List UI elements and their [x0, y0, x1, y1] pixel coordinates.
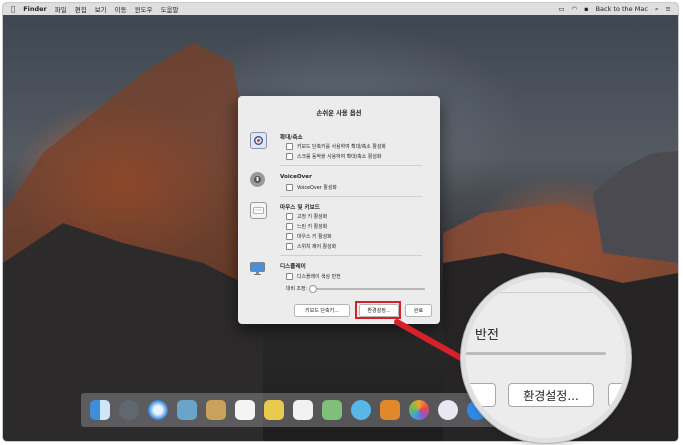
- user-name[interactable]: Back to the Mac: [596, 5, 648, 13]
- section-title-voiceover: VoiceOver: [280, 174, 312, 180]
- menu-bar:  Finder 파일 편집 보기 이동 윈도우 도움말 ▭ ◠ ▪ Back …: [3, 3, 678, 15]
- checkbox[interactable]: [286, 153, 293, 160]
- books-dock-icon[interactable]: [379, 400, 400, 420]
- apple-menu-icon[interactable]: : [11, 5, 15, 13]
- contrast-slider-knob[interactable]: [309, 285, 317, 293]
- contrast-slider[interactable]: [309, 285, 425, 293]
- keyboard-shortcuts-button[interactable]: 키보드 단축키...: [294, 304, 350, 317]
- option-slow-keys[interactable]: 느린 키 활성화: [286, 223, 327, 230]
- notes-dock-icon[interactable]: [205, 400, 226, 420]
- checkbox[interactable]: [286, 213, 293, 220]
- zoom-divider: [466, 292, 626, 293]
- maps-dock-icon[interactable]: [321, 400, 342, 420]
- flag-icon[interactable]: ▪: [584, 5, 588, 13]
- checkbox[interactable]: [286, 184, 293, 191]
- zoom-done-button-partial: [608, 383, 626, 407]
- done-button[interactable]: 완료: [405, 304, 432, 317]
- music-dock-icon[interactable]: [437, 400, 458, 420]
- option-label: 키보드 단축키를 사용하여 확대/축소 활성화: [297, 144, 386, 150]
- notification-center-icon[interactable]: ≡: [666, 5, 671, 13]
- dock: [81, 393, 525, 427]
- accessibility-options-dialog: 손쉬운 사용 옵션 확대/축소 키보드 단축키를 사용하여 확대/축소 활성화 …: [238, 96, 440, 324]
- voiceover-icon: [250, 172, 265, 187]
- option-invert-colors[interactable]: 디스플레이 색상 반전: [286, 273, 341, 280]
- option-switch-control[interactable]: 스위치 제어 활성화: [286, 243, 336, 250]
- menu-window[interactable]: 윈도우: [135, 4, 153, 14]
- checkbox[interactable]: [286, 273, 293, 280]
- zoom-slider-track: [466, 352, 606, 355]
- checkbox[interactable]: [286, 143, 293, 150]
- divider: [280, 165, 422, 166]
- display-icon: [250, 261, 265, 276]
- airplay-icon[interactable]: ▭: [558, 5, 564, 13]
- checkbox[interactable]: [286, 233, 293, 240]
- option-sticky-keys[interactable]: 고정 키 활성화: [286, 213, 327, 220]
- checkbox[interactable]: [286, 223, 293, 230]
- option-label: 스위치 제어 활성화: [297, 244, 337, 250]
- section-title-display: 디스플레이: [280, 264, 306, 270]
- messages-dock-icon[interactable]: [350, 400, 371, 420]
- menu-file[interactable]: 파일: [55, 4, 67, 14]
- option-zoom-keyboard[interactable]: 키보드 단축키를 사용하여 확대/축소 활성화: [286, 143, 386, 150]
- option-label: 스크롤 동작을 사용하여 확대/축소 활성화: [297, 154, 382, 160]
- section-title-mouse-keyboard: 마우스 및 키보드: [280, 205, 320, 211]
- option-label: 디스플레이 색상 반전: [297, 274, 341, 280]
- option-label: 느린 키 활성화: [297, 224, 328, 230]
- divider: [280, 196, 422, 197]
- highlight-box: [355, 301, 401, 319]
- option-label: 마우스 키 활성화: [297, 234, 332, 240]
- magnifier-callout: 반전 환경설정...: [466, 278, 626, 438]
- zoom-shortcuts-button-partial: [466, 383, 496, 407]
- menu-edit[interactable]: 편집: [75, 4, 87, 14]
- menu-help[interactable]: 도움말: [161, 4, 179, 14]
- wifi-icon[interactable]: ◠: [571, 5, 577, 13]
- option-mouse-keys[interactable]: 마우스 키 활성화: [286, 233, 332, 240]
- menu-view[interactable]: 보기: [95, 4, 107, 14]
- photos-app-dock-icon[interactable]: [408, 400, 429, 420]
- finder-dock-icon[interactable]: [89, 400, 110, 420]
- zoom-icon: [250, 132, 267, 149]
- spotlight-icon[interactable]: ⌕: [655, 5, 659, 14]
- dialog-title: 손쉬운 사용 옵션: [316, 110, 362, 117]
- checkbox[interactable]: [286, 243, 293, 250]
- option-voiceover-enable[interactable]: VoiceOver 활성화: [286, 184, 337, 191]
- zoom-preferences-button[interactable]: 환경설정...: [508, 383, 594, 407]
- menu-app-name[interactable]: Finder: [23, 5, 47, 13]
- section-title-zoom: 확대/축소: [280, 135, 303, 141]
- option-label: VoiceOver 활성화: [297, 185, 337, 191]
- calendar-dock-icon[interactable]: [234, 400, 255, 420]
- reminders-dock-icon[interactable]: [292, 400, 313, 420]
- safari-dock-icon[interactable]: [147, 400, 168, 420]
- option-zoom-scroll[interactable]: 스크롤 동작을 사용하여 확대/축소 활성화: [286, 153, 381, 160]
- zoom-invert-text: 반전: [475, 328, 499, 343]
- stickies-dock-icon[interactable]: [263, 400, 284, 420]
- divider: [280, 255, 422, 256]
- menu-go[interactable]: 이동: [115, 4, 127, 14]
- option-label: 고정 키 활성화: [297, 214, 328, 220]
- photos-dock-icon[interactable]: [176, 400, 197, 420]
- keyboard-icon: [250, 202, 267, 219]
- launchpad-dock-icon[interactable]: [118, 400, 139, 420]
- contrast-label: 대비 조정:: [286, 286, 308, 292]
